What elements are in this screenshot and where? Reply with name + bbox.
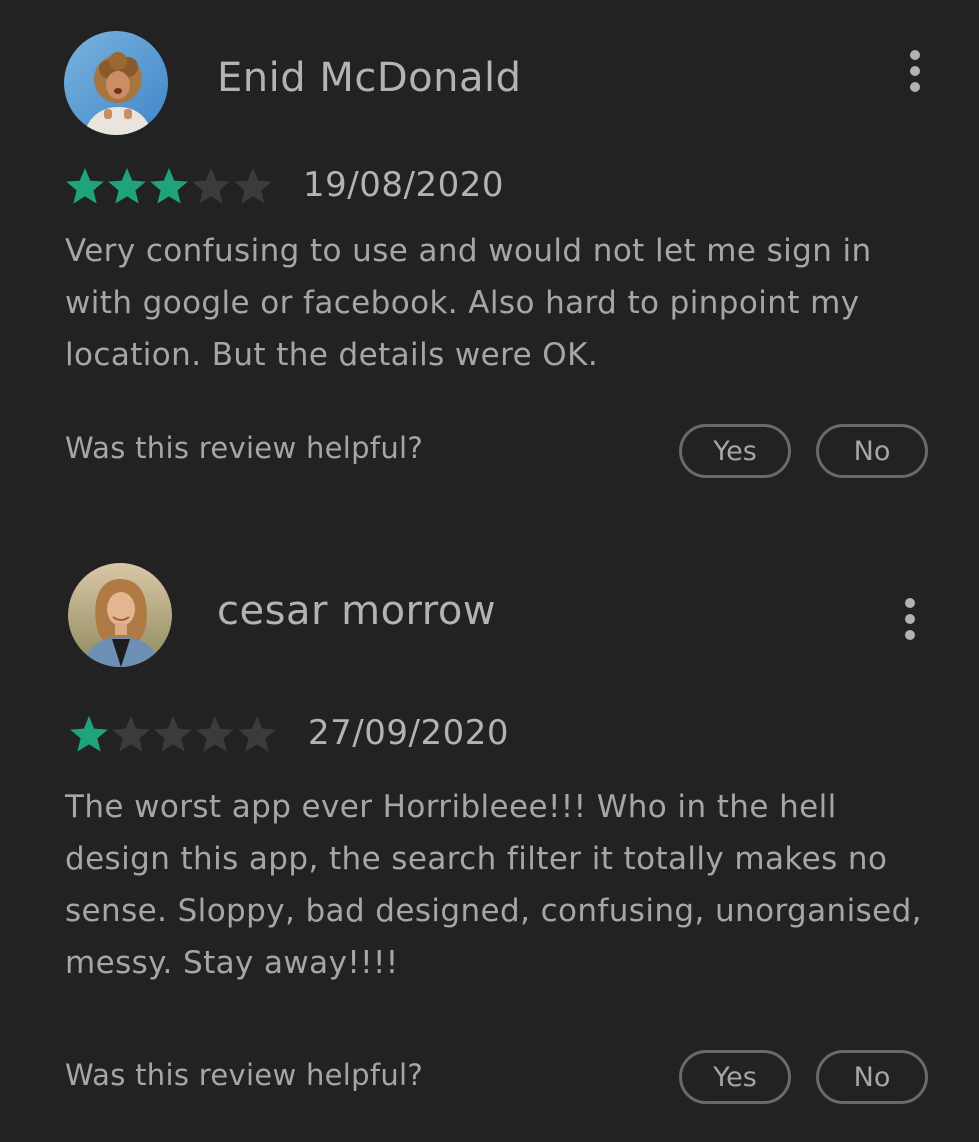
star-empty-icon — [152, 714, 194, 754]
helpful-prompt: Was this review helpful? — [65, 1058, 424, 1092]
star-empty-icon — [236, 714, 278, 754]
review-text: The worst app ever Horribleee!!! Who in … — [65, 789, 922, 981]
more-vert-icon[interactable] — [898, 596, 922, 644]
review-card: cesar morrow 27/09/2020 The worst app ev… — [0, 0, 979, 1142]
review-date: 27/09/2020 — [308, 713, 509, 753]
star-filled-icon — [68, 714, 110, 754]
star-empty-icon — [110, 714, 152, 754]
reviewer-avatar[interactable] — [68, 563, 172, 667]
reviewer-name: cesar morrow — [217, 588, 497, 634]
star-empty-icon — [194, 714, 236, 754]
star-rating — [68, 714, 278, 754]
helpful-yes-button[interactable]: Yes — [679, 1050, 791, 1104]
helpful-no-button[interactable]: No — [816, 1050, 928, 1104]
